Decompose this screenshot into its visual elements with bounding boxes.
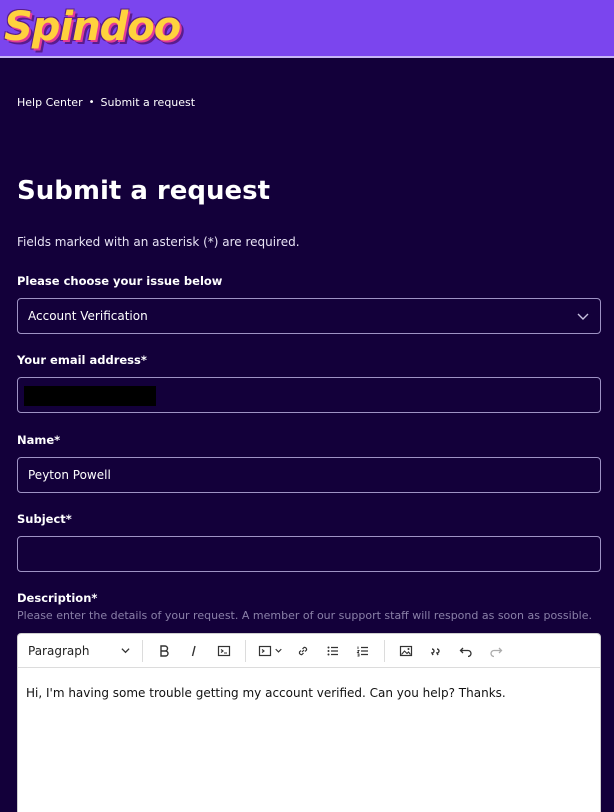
link-button[interactable] xyxy=(288,637,318,665)
bold-icon xyxy=(160,644,169,657)
issue-select[interactable]: Account Verification xyxy=(17,298,601,334)
subject-field[interactable] xyxy=(17,536,601,572)
code-icon xyxy=(217,645,231,656)
format-select[interactable]: Paragraph xyxy=(28,644,136,658)
redacted-block xyxy=(24,386,156,406)
breadcrumb-submit-request[interactable]: Submit a request xyxy=(101,96,196,109)
name-label: Name* xyxy=(17,433,61,447)
redo-button[interactable] xyxy=(481,637,511,665)
site-header: Spindoo xyxy=(0,0,614,58)
name-field-value: Peyton Powell xyxy=(28,468,111,482)
description-hint: Please enter the details of your request… xyxy=(17,609,592,622)
bold-button[interactable] xyxy=(149,637,179,665)
breadcrumb: Help Center • Submit a request xyxy=(17,96,195,109)
breadcrumb-help-center[interactable]: Help Center xyxy=(17,96,83,109)
format-select-value: Paragraph xyxy=(28,643,90,658)
toolbar-divider xyxy=(384,639,385,662)
numbered-list-button[interactable] xyxy=(348,637,378,665)
image-button[interactable] xyxy=(391,637,421,665)
italic-button[interactable] xyxy=(179,637,209,665)
required-fields-note: Fields marked with an asterisk (*) are r… xyxy=(17,235,300,249)
chevron-down-icon xyxy=(577,313,589,320)
email-label: Your email address* xyxy=(17,353,147,367)
description-label: Description* xyxy=(17,591,98,605)
issue-select-value: Account Verification xyxy=(28,309,148,323)
redo-icon xyxy=(490,647,503,657)
chevron-down-icon xyxy=(275,648,282,653)
bulleted-list-icon xyxy=(327,646,338,655)
code-block-button[interactable] xyxy=(252,637,288,665)
italic-icon xyxy=(191,645,196,656)
email-field[interactable] xyxy=(17,377,601,413)
link-icon xyxy=(298,646,308,655)
breadcrumb-separator: • xyxy=(88,97,95,108)
code-block-icon xyxy=(258,645,272,656)
subject-label: Subject* xyxy=(17,512,72,526)
editor-content[interactable]: Hi, I'm having some trouble getting my a… xyxy=(18,668,600,718)
issue-label: Please choose your issue below xyxy=(17,274,223,288)
spindoo-logo[interactable]: Spindoo xyxy=(4,1,181,53)
image-icon xyxy=(399,645,413,656)
toolbar-divider xyxy=(142,639,143,662)
undo-button[interactable] xyxy=(451,637,481,665)
editor-toolbar: Paragraph xyxy=(18,634,600,668)
numbered-list-icon xyxy=(356,646,368,656)
bulleted-list-button[interactable] xyxy=(318,637,348,665)
page-title: Submit a request xyxy=(17,176,271,206)
name-field[interactable]: Peyton Powell xyxy=(17,457,601,493)
code-button[interactable] xyxy=(209,637,239,665)
quote-icon xyxy=(430,647,440,655)
description-editor[interactable]: Paragraph Hi, I'm having some trouble ge… xyxy=(17,633,601,812)
toolbar-divider xyxy=(245,639,246,662)
quote-button[interactable] xyxy=(421,637,451,665)
chevron-down-icon xyxy=(121,648,130,654)
undo-icon xyxy=(459,647,472,657)
